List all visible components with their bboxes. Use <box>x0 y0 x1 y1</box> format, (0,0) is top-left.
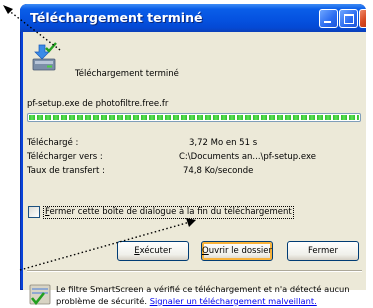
transfer-rate-value: 74,8 Ko/seconde <box>183 166 254 176</box>
transfer-rate-label: Taux de transfert : <box>27 166 105 176</box>
download-progress-bar <box>27 113 361 122</box>
download-dialog-window: Téléchargement terminé Téléchargement te… <box>20 4 366 306</box>
open-folder-access-key: O <box>202 246 209 256</box>
close-on-finish-label[interactable]: Fermer cette boîte de dialogue à la fin … <box>43 206 294 219</box>
open-folder-label-text: uvrir le dossier <box>208 246 273 256</box>
smartscreen-shield-icon <box>29 284 51 306</box>
minimize-button[interactable] <box>319 9 338 28</box>
completion-message: Téléchargement terminé <box>75 69 179 79</box>
close-on-finish-label-text: ermer cette boîte de dialogue à la fin d… <box>49 207 292 217</box>
execute-button[interactable]: Exécuter <box>117 241 189 261</box>
screenshot-stage: Téléchargement terminé Téléchargement te… <box>0 0 373 306</box>
title-bar[interactable]: Téléchargement terminé <box>20 4 366 32</box>
downloaded-value: 3,72 Mo en 51 s <box>189 138 258 148</box>
file-source-line: pf-setup.exe de photofiltre.free.fr <box>27 99 169 109</box>
open-folder-button[interactable]: Ouvrir le dossier <box>201 241 273 261</box>
separator <box>27 270 362 272</box>
destination-label: Télécharger vers : <box>27 152 103 162</box>
smartscreen-message: Le filtre SmartScreen a vérifié ce téléc… <box>56 284 363 307</box>
window-title: Téléchargement terminé <box>30 10 203 25</box>
download-complete-icon <box>32 42 57 71</box>
close-label: Fermer <box>307 246 338 256</box>
close-on-finish-checkbox[interactable] <box>28 206 40 218</box>
execute-label-text: xécuter <box>139 246 172 256</box>
destination-value: C:\Documents an...\pf-setup.exe <box>179 152 316 162</box>
maximize-button[interactable] <box>339 9 358 28</box>
close-button[interactable]: Fermer <box>287 241 359 261</box>
downloaded-label: Téléchargé : <box>27 138 79 148</box>
close-window-button[interactable] <box>359 9 366 28</box>
dialog-body: Téléchargement terminé pf-setup.exe de p… <box>23 32 366 306</box>
report-malicious-link[interactable]: Signaler un téléchargement malveillant. <box>150 296 317 306</box>
progress-fill <box>29 115 359 120</box>
